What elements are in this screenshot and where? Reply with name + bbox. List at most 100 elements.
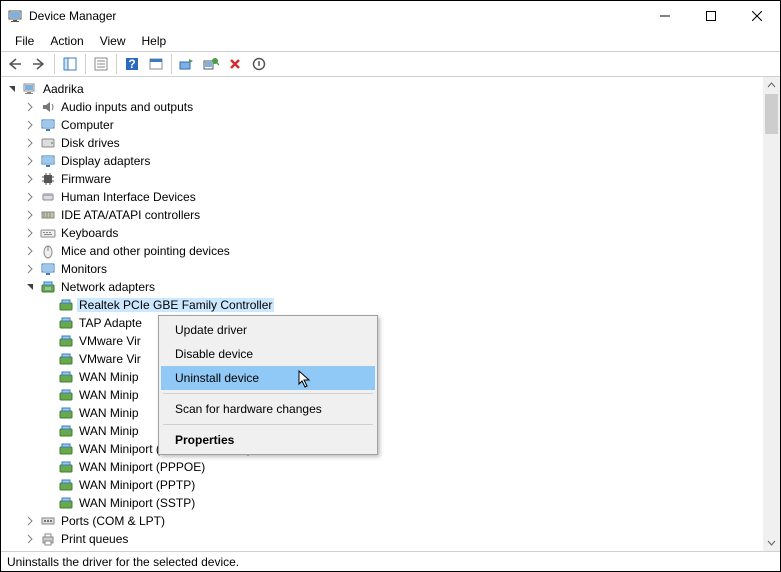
- action-button[interactable]: [144, 53, 168, 75]
- tree-label: WAN Minip: [77, 406, 141, 420]
- toolbar-separator: [171, 54, 172, 74]
- close-button[interactable]: [734, 1, 780, 31]
- scroll-up-button[interactable]: [763, 77, 780, 94]
- expand-icon[interactable]: [23, 262, 37, 276]
- help-button[interactable]: ?: [120, 53, 144, 75]
- network-adapter-icon: [58, 369, 74, 385]
- tree-device[interactable]: TAP Adapte: [5, 314, 780, 332]
- menu-view[interactable]: View: [92, 32, 134, 50]
- window-title: Device Manager: [29, 9, 642, 23]
- expand-icon[interactable]: [23, 532, 37, 546]
- uninstall-button[interactable]: [223, 53, 247, 75]
- tree-device[interactable]: WAN Minip: [5, 368, 780, 386]
- tree-label: Display adapters: [59, 154, 152, 168]
- chip-icon: [40, 171, 56, 187]
- expand-icon[interactable]: [23, 514, 37, 528]
- tree-category[interactable]: IDE ATA/ATAPI controllers: [5, 206, 780, 224]
- disk-icon: [40, 135, 56, 151]
- minimize-button[interactable]: [642, 1, 688, 31]
- tree-label: Ports (COM & LPT): [59, 514, 167, 528]
- expand-icon[interactable]: [5, 82, 19, 96]
- tree-category[interactable]: Disk drives: [5, 134, 780, 152]
- monitor-icon: [40, 117, 56, 133]
- tree-device[interactable]: WAN Minip: [5, 404, 780, 422]
- expand-icon[interactable]: [23, 208, 37, 222]
- network-adapter-icon: [58, 405, 74, 421]
- expand-icon[interactable]: [23, 190, 37, 204]
- tree-label: Mice and other pointing devices: [59, 244, 232, 258]
- tree-category[interactable]: Firmware: [5, 170, 780, 188]
- collapse-icon[interactable]: [23, 280, 37, 294]
- tree-root[interactable]: Aadrika: [5, 80, 780, 98]
- toolbar-separator: [85, 54, 86, 74]
- tree-category[interactable]: Computer: [5, 116, 780, 134]
- tree-category[interactable]: Keyboards: [5, 224, 780, 242]
- context-menu-item[interactable]: Disable device: [161, 342, 375, 366]
- tree-device[interactable]: VMware Vir: [5, 332, 780, 350]
- context-menu-item[interactable]: Uninstall device: [161, 366, 375, 390]
- tree-device[interactable]: VMware Vir: [5, 350, 780, 368]
- context-menu-item[interactable]: Properties: [161, 428, 375, 452]
- scroll-down-button[interactable]: [763, 534, 780, 551]
- computer-icon: [22, 81, 38, 97]
- back-button[interactable]: [3, 53, 27, 75]
- update-driver-button[interactable]: [175, 53, 199, 75]
- tree-category[interactable]: Monitors: [5, 260, 780, 278]
- show-hide-tree-button[interactable]: [58, 53, 82, 75]
- tree-label: Disk drives: [59, 136, 122, 150]
- tree-device[interactable]: WAN Miniport (PPPOE): [5, 458, 780, 476]
- tree-device[interactable]: WAN Miniport (SSTP): [5, 494, 780, 512]
- scan-hardware-button[interactable]: [199, 53, 223, 75]
- expand-icon[interactable]: [23, 154, 37, 168]
- tree-category[interactable]: Network adapters: [5, 278, 780, 296]
- tree-category[interactable]: Ports (COM & LPT): [5, 512, 780, 530]
- expand-icon[interactable]: [23, 118, 37, 132]
- status-text: Uninstalls the driver for the selected d…: [7, 555, 239, 569]
- disable-button[interactable]: [247, 53, 271, 75]
- tree-label: Computer: [59, 118, 116, 132]
- tree-category[interactable]: Print queues: [5, 530, 780, 548]
- tree-category[interactable]: Human Interface Devices: [5, 188, 780, 206]
- expand-icon[interactable]: [23, 244, 37, 258]
- tree-label: Keyboards: [59, 226, 120, 240]
- tree-label: IDE ATA/ATAPI controllers: [59, 208, 202, 222]
- monitor-icon: [40, 153, 56, 169]
- monitor-icon: [40, 261, 56, 277]
- expand-icon[interactable]: [23, 136, 37, 150]
- maximize-button[interactable]: [688, 1, 734, 31]
- tree-device[interactable]: WAN Miniport (PPTP): [5, 476, 780, 494]
- network-adapter-icon: [58, 441, 74, 457]
- tree-device[interactable]: WAN Minip: [5, 386, 780, 404]
- network-adapter-icon: [58, 495, 74, 511]
- tree-device[interactable]: Realtek PCIe GBE Family Controller: [5, 296, 780, 314]
- tree-device[interactable]: WAN Minip: [5, 422, 780, 440]
- tree-label: WAN Minip: [77, 388, 141, 402]
- tree-device[interactable]: WAN Miniport (Network Monitor): [5, 440, 780, 458]
- network-adapter-icon: [58, 297, 74, 313]
- scroll-thumb[interactable]: [765, 94, 778, 134]
- forward-button[interactable]: [27, 53, 51, 75]
- expand-icon[interactable]: [23, 100, 37, 114]
- menu-action[interactable]: Action: [42, 32, 91, 50]
- context-menu: Update driverDisable deviceUninstall dev…: [158, 315, 378, 455]
- printer-icon: [40, 531, 56, 547]
- menu-file[interactable]: File: [7, 32, 42, 50]
- tree-category[interactable]: Mice and other pointing devices: [5, 242, 780, 260]
- tree-label: Firmware: [59, 172, 113, 186]
- network-adapter-icon: [58, 423, 74, 439]
- keyboard-icon: [40, 225, 56, 241]
- tree-category[interactable]: Audio inputs and outputs: [5, 98, 780, 116]
- tree-label: Print queues: [59, 532, 130, 546]
- scrollbar-vertical[interactable]: [763, 77, 780, 551]
- tree-category[interactable]: Display adapters: [5, 152, 780, 170]
- hid-icon: [40, 189, 56, 205]
- menu-separator: [163, 393, 373, 394]
- properties-button[interactable]: [89, 53, 113, 75]
- menu-help[interactable]: Help: [134, 32, 175, 50]
- context-menu-item[interactable]: Update driver: [161, 318, 375, 342]
- title-bar: Device Manager: [1, 1, 780, 31]
- tree-label: WAN Minip: [77, 370, 141, 384]
- expand-icon[interactable]: [23, 226, 37, 240]
- expand-icon[interactable]: [23, 172, 37, 186]
- context-menu-item[interactable]: Scan for hardware changes: [161, 397, 375, 421]
